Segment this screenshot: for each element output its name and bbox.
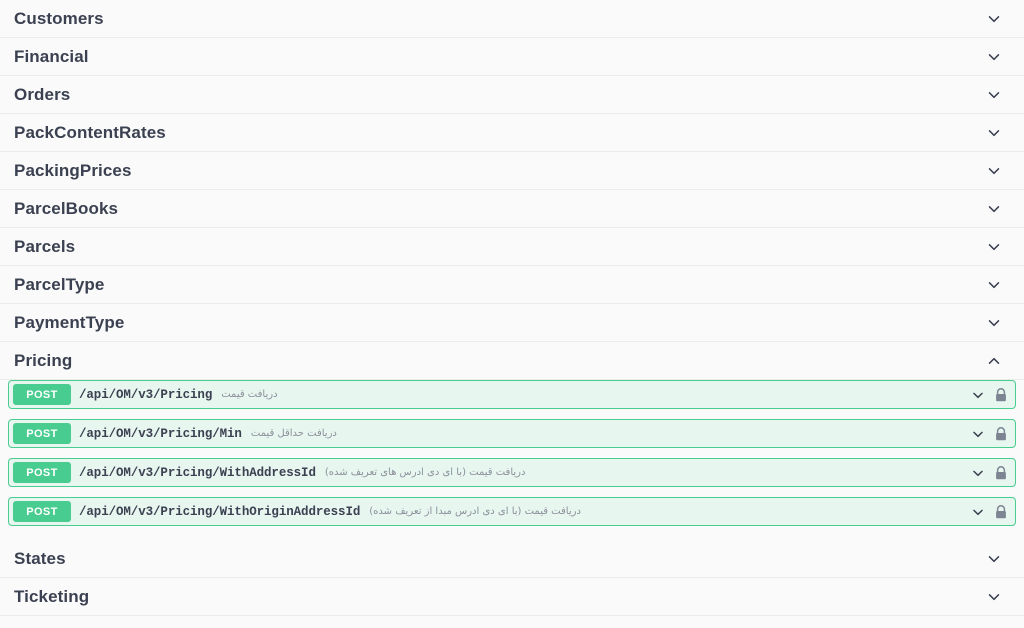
chevron-down-icon[interactable] (984, 549, 1004, 569)
operation-row[interactable]: POST/api/OM/v3/Pricing/Min دریافت حداقل ق… (8, 419, 1016, 448)
tag-header-states[interactable]: States (0, 540, 1024, 578)
tag-header-parceltype[interactable]: ParcelType (0, 266, 1024, 304)
operation-row[interactable]: POST/api/OM/v3/Pricing/WithOriginAddress… (8, 497, 1016, 526)
operation-controls (969, 464, 1015, 482)
http-method-badge: POST (13, 501, 71, 522)
tag-block-pricing: Pricing POST/api/OM/v3/Pricing دریافت قیمت… (0, 342, 1024, 540)
chevron-down-icon[interactable] (984, 587, 1004, 607)
chevron-down-icon[interactable] (984, 85, 1004, 105)
tag-title: PackingPrices (14, 161, 132, 180)
tag-title: Ticketing (14, 587, 90, 606)
tag-block-paymenttype: PaymentType (0, 304, 1024, 342)
operations-list-pricing: POST/api/OM/v3/Pricing دریافت قیمت POST/ap… (0, 380, 1024, 540)
tag-header-financial[interactable]: Financial (0, 38, 1024, 76)
operation-summary: دریافت قیمت (با آی دی آدرس های تعریف شده… (324, 467, 526, 478)
tag-block-parcels: Parcels (0, 228, 1024, 266)
tag-block-ticketing: Ticketing (0, 578, 1024, 616)
operation-path: /api/OM/v3/Pricing/WithAddressId (79, 465, 316, 480)
tag-block-parceltype: ParcelType (0, 266, 1024, 304)
chevron-down-icon[interactable] (984, 123, 1004, 143)
tag-block-packcontentrates: PackContentRates (0, 114, 1024, 152)
lock-icon[interactable] (993, 426, 1009, 442)
http-method-badge: POST (13, 423, 71, 444)
tag-title: Customers (14, 9, 104, 28)
tag-header-packcontentrates[interactable]: PackContentRates (0, 114, 1024, 152)
tag-block-states: States (0, 540, 1024, 578)
tag-block-customers: Customers (0, 0, 1024, 38)
chevron-down-icon[interactable] (984, 47, 1004, 67)
tag-header-parcels[interactable]: Parcels (0, 228, 1024, 266)
chevron-down-icon[interactable] (984, 161, 1004, 181)
operation-path: /api/OM/v3/Pricing/Min (79, 426, 242, 441)
chevron-down-icon[interactable] (969, 503, 987, 521)
http-method-badge: POST (13, 384, 71, 405)
tag-title: ParcelType (14, 275, 105, 294)
chevron-down-icon[interactable] (984, 9, 1004, 29)
tag-block-financial: Financial (0, 38, 1024, 76)
tag-title: PaymentType (14, 313, 125, 332)
http-method-badge: POST (13, 462, 71, 483)
tag-header-pricing[interactable]: Pricing (0, 342, 1024, 380)
lock-icon[interactable] (993, 387, 1009, 403)
chevron-down-icon[interactable] (969, 386, 987, 404)
operation-path: /api/OM/v3/Pricing (79, 387, 213, 402)
lock-icon[interactable] (993, 465, 1009, 481)
tag-title: PackContentRates (14, 123, 166, 142)
chevron-down-icon[interactable] (984, 199, 1004, 219)
chevron-down-icon[interactable] (984, 237, 1004, 257)
tag-title: Orders (14, 85, 71, 104)
tag-header-ticketing[interactable]: Ticketing (0, 578, 1024, 616)
tag-block-parcelbooks: ParcelBooks (0, 190, 1024, 228)
chevron-down-icon[interactable] (984, 275, 1004, 295)
lock-icon[interactable] (993, 504, 1009, 520)
tag-title: ParcelBooks (14, 199, 119, 218)
swagger-ui-operations-list: Customers Financial Orders PackContentRates… (0, 0, 1024, 628)
tag-block-orders: Orders (0, 76, 1024, 114)
chevron-down-icon[interactable] (969, 425, 987, 443)
chevron-down-icon[interactable] (984, 313, 1004, 333)
tag-block-packingprices: PackingPrices (0, 152, 1024, 190)
tag-title: States (14, 549, 66, 568)
operation-controls (969, 503, 1015, 521)
operation-path: /api/OM/v3/Pricing/WithOriginAddressId (79, 504, 361, 519)
operation-row[interactable]: POST/api/OM/v3/Pricing/WithAddressId دریا… (8, 458, 1016, 487)
tag-title: Pricing (14, 351, 73, 370)
tag-header-paymenttype[interactable]: PaymentType (0, 304, 1024, 342)
chevron-up-icon[interactable] (984, 351, 1004, 371)
operation-summary: دریافت قیمت (221, 389, 278, 400)
chevron-down-icon[interactable] (969, 464, 987, 482)
tag-header-parcelbooks[interactable]: ParcelBooks (0, 190, 1024, 228)
tag-header-packingprices[interactable]: PackingPrices (0, 152, 1024, 190)
tag-header-customers[interactable]: Customers (0, 0, 1024, 38)
operation-controls (969, 425, 1015, 443)
tag-header-orders[interactable]: Orders (0, 76, 1024, 114)
operation-row[interactable]: POST/api/OM/v3/Pricing دریافت قیمت (8, 380, 1016, 409)
operation-controls (969, 386, 1015, 404)
tag-title: Parcels (14, 237, 76, 256)
operation-summary: دریافت قیمت (با آی دی آدرس مبدا از تعریف… (369, 506, 581, 517)
operation-summary: دریافت حداقل قیمت (250, 428, 337, 439)
tag-title: Financial (14, 47, 89, 66)
